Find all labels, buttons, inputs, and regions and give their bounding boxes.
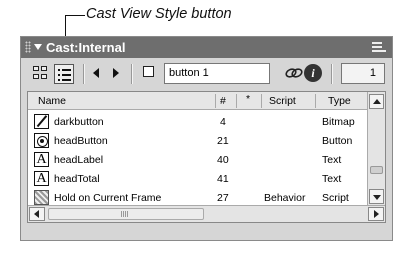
member-type: Script [322, 192, 349, 204]
member-script: Behavior [264, 192, 306, 204]
script-link-icon[interactable] [285, 66, 303, 80]
column-divider[interactable] [315, 94, 316, 108]
member-number: 41 [217, 173, 229, 185]
text-icon: A [34, 171, 49, 186]
column-number-header[interactable]: # [220, 95, 226, 107]
member-type: Button [322, 135, 353, 147]
collapse-triangle-icon[interactable] [34, 44, 42, 50]
column-modified-header[interactable]: * [246, 93, 250, 105]
member-name: headTotal [54, 173, 100, 185]
list-row[interactable]: A headTotal 41 Text [28, 169, 368, 188]
scroll-down-icon[interactable] [369, 189, 384, 204]
scroll-right-icon[interactable] [368, 207, 384, 221]
member-type: Text [322, 154, 342, 166]
scroll-thumb[interactable] [370, 166, 383, 174]
cast-view-style-button[interactable] [54, 64, 74, 84]
member-type: Bitmap [322, 116, 355, 128]
list-row[interactable]: darkbutton 4 Bitmap [28, 112, 368, 131]
bitmap-icon [34, 114, 49, 129]
column-name-header[interactable]: Name [38, 95, 66, 107]
previous-member-icon[interactable] [93, 68, 99, 78]
member-name: headLabel [54, 154, 104, 166]
thumbnail-view-icon[interactable] [33, 66, 51, 82]
next-member-icon[interactable] [113, 68, 119, 78]
behavior-icon [34, 190, 49, 205]
member-name: Hold on Current Frame [54, 192, 162, 204]
drag-member-icon[interactable] [143, 66, 154, 77]
callout-line [65, 15, 85, 16]
cast-member-list: Name # * Script Type darkbutton 4 Bitmap… [27, 91, 386, 223]
member-name: darkbutton [54, 116, 104, 128]
options-menu-icon[interactable] [372, 41, 386, 53]
drag-grip-icon[interactable] [25, 41, 31, 53]
member-number-field: 1 [341, 63, 385, 84]
cast-toolbar: button 1 i 1 [21, 58, 392, 90]
title-bar[interactable]: Cast:Internal [21, 37, 392, 58]
member-name-field[interactable]: button 1 [164, 63, 270, 84]
callout-label: Cast View Style button [86, 6, 232, 22]
member-number: 4 [220, 116, 226, 128]
list-row[interactable]: A headLabel 40 Text [28, 150, 368, 169]
list-row[interactable]: headButton 21 Button [28, 131, 368, 150]
member-type: Text [322, 173, 342, 185]
member-name: headButton [54, 135, 108, 147]
toolbar-divider [83, 64, 84, 84]
window-title: Cast:Internal [46, 40, 126, 55]
member-number: 21 [217, 135, 229, 147]
toolbar-divider [331, 64, 332, 84]
info-icon[interactable]: i [304, 64, 322, 82]
horizontal-scroll-thumb[interactable] [48, 208, 204, 220]
cast-window: Cast:Internal button 1 i 1 Name # * Scri… [20, 36, 393, 241]
column-script-header[interactable]: Script [269, 95, 296, 107]
text-icon: A [34, 152, 49, 167]
scroll-left-icon[interactable] [29, 207, 45, 221]
member-number: 27 [217, 192, 229, 204]
vertical-scrollbar[interactable] [367, 92, 385, 206]
column-divider[interactable] [261, 94, 262, 108]
horizontal-scrollbar[interactable] [28, 205, 385, 222]
toolbar-divider [131, 64, 132, 84]
button-icon [34, 133, 49, 148]
member-number: 40 [217, 154, 229, 166]
column-type-header[interactable]: Type [328, 95, 351, 107]
scroll-up-icon[interactable] [369, 94, 384, 109]
list-header: Name # * Script Type [28, 92, 368, 110]
column-divider[interactable] [236, 94, 237, 108]
column-divider[interactable] [215, 94, 216, 108]
